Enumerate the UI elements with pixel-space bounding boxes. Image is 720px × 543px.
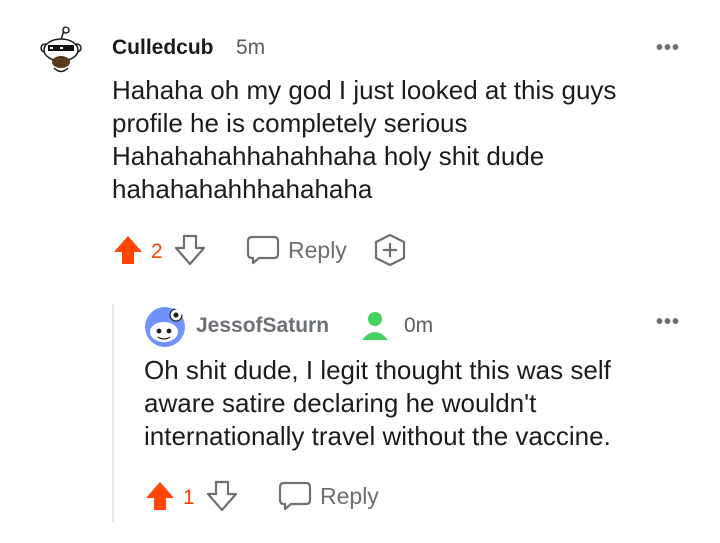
vote-count: 1 — [183, 486, 195, 509]
comment-line: internationally travel without the vacci… — [144, 421, 611, 451]
vote-count: 2 — [151, 240, 163, 263]
arrow-down-icon — [206, 480, 238, 512]
more-options-button[interactable]: ••• — [656, 312, 680, 332]
thread-line[interactable] — [112, 304, 114, 522]
reply-label: Reply — [288, 236, 347, 263]
comment-line: Hahahahahhahahhaha holy shit dude — [112, 141, 545, 171]
upvote-button[interactable] — [144, 480, 176, 517]
comment-line: aware satire declaring he wouldn't — [144, 388, 537, 418]
more-options-button[interactable]: ••• — [656, 38, 680, 58]
user-online-icon — [360, 310, 390, 347]
comment-timestamp: 5m — [236, 36, 266, 59]
snoo-avatar-icon — [145, 307, 185, 347]
comment-body: Oh shit dude, I legit thought this was s… — [144, 354, 611, 453]
comment-line: Hahaha oh my god I just looked at this g… — [112, 75, 617, 105]
snoo-sunglasses-avatar-icon — [40, 26, 82, 73]
downvote-button[interactable] — [206, 480, 238, 517]
speech-bubble-icon — [246, 235, 280, 265]
comment-line: profile he is completely serious — [112, 108, 468, 138]
comment-timestamp: 0m — [404, 314, 434, 337]
reply-label: Reply — [320, 482, 379, 509]
reply-button[interactable]: Reply — [278, 480, 379, 512]
arrow-up-icon — [114, 236, 142, 264]
comment-line: hahahahahhhahahaha — [112, 174, 373, 204]
comment-username[interactable]: JessofSaturn — [196, 314, 329, 338]
user-avatar[interactable] — [144, 306, 186, 348]
give-award-button[interactable] — [372, 233, 408, 272]
arrow-up-icon — [146, 482, 174, 510]
speech-bubble-icon — [278, 481, 312, 511]
user-avatar[interactable] — [38, 26, 84, 76]
upvote-button[interactable] — [112, 234, 144, 271]
comment-username[interactable]: Culledcub — [112, 36, 214, 60]
award-plus-icon — [374, 233, 406, 267]
comment-body: Hahaha oh my god I just looked at this g… — [112, 74, 616, 206]
reply-button[interactable]: Reply — [246, 234, 347, 266]
downvote-button[interactable] — [174, 234, 206, 271]
comment-line: Oh shit dude, I legit thought this was s… — [144, 355, 611, 385]
arrow-down-icon — [174, 234, 206, 266]
